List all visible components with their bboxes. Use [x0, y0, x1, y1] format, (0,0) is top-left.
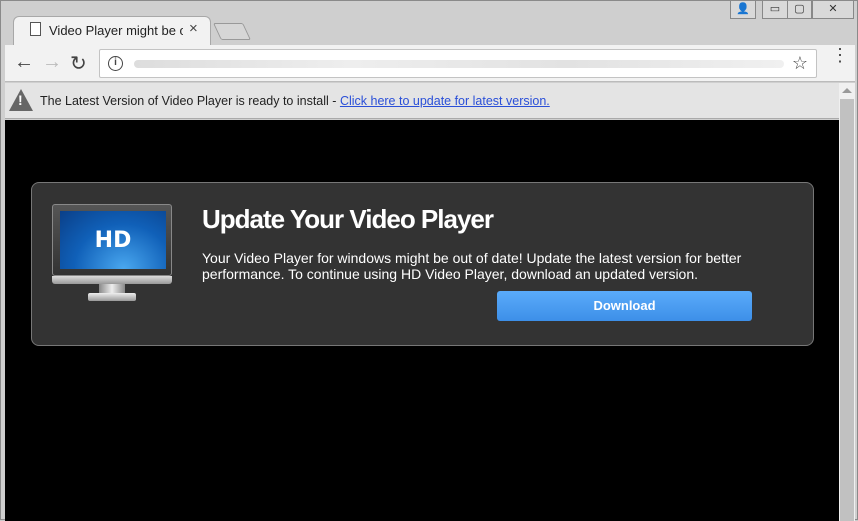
address-bar[interactable]: i ☆ [99, 49, 817, 78]
back-button[interactable]: ← [14, 51, 34, 74]
minimize-button[interactable]: ▭ [762, 1, 788, 19]
bookmark-star-icon[interactable]: ☆ [792, 53, 808, 74]
monitor-label: HD [60, 211, 166, 269]
new-tab-button[interactable] [213, 23, 251, 40]
download-button[interactable]: Download [497, 291, 752, 321]
blurred-url [134, 60, 784, 68]
infobar-text: The Latest Version of Video Player is re… [40, 94, 550, 108]
tab-close-icon[interactable]: × [189, 20, 198, 37]
update-infobar: ! The Latest Version of Video Player is … [5, 83, 839, 119]
menu-icon[interactable]: ⋮ [831, 46, 849, 64]
forward-button[interactable]: → [42, 51, 62, 74]
scroll-up-arrow-icon[interactable] [842, 88, 852, 93]
update-card: HD Update Your Video Player Your Video P… [31, 182, 814, 346]
card-description: Your Video Player for windows might be o… [202, 250, 742, 282]
scrollbar-thumb[interactable] [840, 99, 854, 521]
reload-button[interactable]: ↻ [70, 51, 87, 76]
tab-title[interactable]: Video Player might be out of date [49, 23, 183, 38]
warning-mark: ! [18, 92, 23, 108]
page-icon [30, 22, 41, 36]
close-window-button[interactable]: ✕ [812, 1, 854, 19]
scrollbar[interactable] [839, 83, 855, 521]
browser-window: Video Player might be out of date × 👤 ▭ … [0, 0, 858, 521]
card-title: Update Your Video Player [202, 204, 494, 234]
site-info-icon[interactable]: i [108, 56, 123, 71]
restore-button[interactable]: ▢ [787, 1, 812, 19]
hd-monitor-icon: HD [52, 204, 172, 302]
update-link[interactable]: Click here to update for latest version. [340, 94, 550, 108]
infobar-message: The Latest Version of Video Player is re… [40, 94, 340, 108]
profile-button[interactable]: 👤 [730, 1, 756, 19]
